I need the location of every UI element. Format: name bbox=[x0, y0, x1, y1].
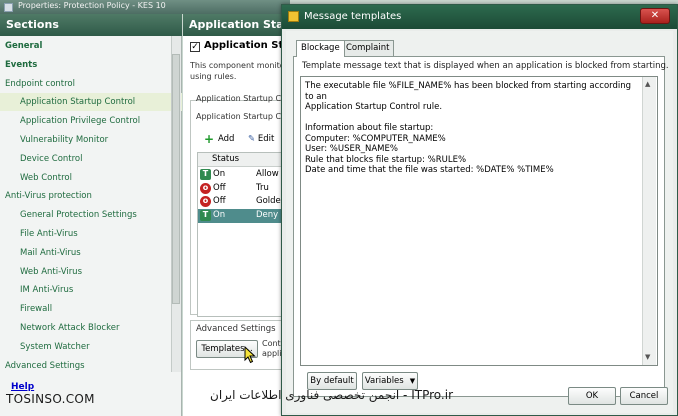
help-link[interactable]: Help bbox=[11, 382, 34, 392]
sidebar-item[interactable]: General Protection Settings bbox=[0, 206, 182, 224]
sidebar-item[interactable]: Application Privilege Control bbox=[0, 112, 182, 130]
chevron-down-icon: ▼ bbox=[409, 377, 416, 385]
settings-panel-header: Application Start bbox=[183, 14, 283, 36]
table-row[interactable]: o Off Tru bbox=[198, 182, 282, 196]
mouse-cursor-icon bbox=[244, 346, 256, 364]
rule-name: Tru bbox=[256, 182, 269, 193]
edit-rule-label: Edit bbox=[257, 134, 275, 144]
sidebar-item[interactable]: Network Attack Blocker bbox=[0, 319, 182, 337]
sections-sidebar: Sections General Events Endpoint control Ap… bbox=[0, 14, 182, 416]
rule-status: Off bbox=[213, 196, 226, 206]
sidebar-item[interactable]: Web Anti-Virus bbox=[0, 263, 182, 281]
sidebar-item[interactable]: Firewall bbox=[0, 300, 182, 318]
status-on-icon: T bbox=[200, 209, 211, 221]
ok-button[interactable]: OK bbox=[568, 387, 616, 405]
app-icon bbox=[4, 3, 13, 12]
add-rule-label: Add bbox=[218, 134, 235, 144]
status-off-icon: o bbox=[200, 196, 211, 207]
enable-component-label: Application Star bbox=[204, 40, 282, 51]
watermark-right: ITPro.ir - انجمن تخصصی فناوری اطلاعات ای… bbox=[210, 388, 453, 402]
rules-list-label: Application Startup Co bbox=[196, 112, 282, 121]
close-button[interactable]: ✕ bbox=[640, 8, 670, 24]
dialog-title: Message templates bbox=[304, 11, 402, 22]
template-text: The executable file %FILE_NAME% has been… bbox=[305, 81, 632, 175]
cancel-button[interactable]: Cancel bbox=[620, 387, 668, 405]
template-scrollbar[interactable] bbox=[642, 77, 656, 365]
dialog-body: Blockage Complaint Template message text… bbox=[286, 31, 673, 413]
table-row[interactable]: T On Deny bbox=[198, 208, 282, 223]
sidebar-item[interactable]: Endpoint control bbox=[0, 75, 182, 93]
rule-status: On bbox=[213, 169, 226, 179]
sidebar-item[interactable]: Web Control bbox=[0, 169, 182, 187]
component-description: This component monitors bbox=[190, 61, 282, 70]
template-text-field[interactable]: The executable file %FILE_NAME% has been… bbox=[300, 76, 658, 366]
sidebar-item[interactable]: Device Control bbox=[0, 150, 182, 168]
rule-status: On bbox=[213, 209, 226, 220]
table-row[interactable]: o Off Golder bbox=[198, 195, 282, 209]
sidebar-item[interactable]: Advanced Settings bbox=[0, 357, 182, 375]
tab-panel: Template message text that is displayed … bbox=[293, 56, 669, 397]
tab-complaint[interactable]: Complaint bbox=[341, 40, 395, 56]
edit-rule-button[interactable]: ✎ Edit bbox=[248, 134, 282, 144]
rules-group-label: Application Startup Co bbox=[196, 94, 282, 103]
background-window-title: Properties: Protection Policy - KES 10 bbox=[18, 1, 166, 10]
sidebar-item[interactable]: General bbox=[0, 37, 182, 55]
sidebar-item[interactable]: Mail Anti-Virus bbox=[0, 244, 182, 262]
status-on-icon: T bbox=[200, 169, 211, 180]
rule-status: Off bbox=[213, 182, 226, 193]
templates-description-2: appli bbox=[262, 349, 282, 358]
rules-table-header bbox=[198, 153, 282, 167]
rule-name: Deny bbox=[256, 209, 279, 220]
rule-name: Allow a bbox=[256, 169, 282, 179]
column-header-status[interactable]: Status bbox=[212, 154, 239, 164]
sidebar-item[interactable]: Vulnerability Monitor bbox=[0, 131, 182, 149]
sidebar-item[interactable]: System Watcher bbox=[0, 338, 182, 356]
variables-label: Variables bbox=[364, 376, 404, 386]
table-row[interactable]: TOn Allow a bbox=[198, 168, 282, 182]
rule-name: Golder bbox=[256, 196, 282, 206]
status-off-icon: o bbox=[200, 182, 211, 194]
template-description: Template message text that is displayed … bbox=[302, 61, 669, 71]
sidebar-scrollbar-thumb[interactable] bbox=[172, 54, 180, 304]
templates-description: Cont bbox=[262, 339, 281, 348]
advanced-settings-label: Advanced Settings bbox=[196, 324, 276, 334]
sidebar-item[interactable]: IM Anti-Virus bbox=[0, 281, 182, 299]
pencil-icon: ✎ bbox=[248, 134, 258, 144]
add-rule-button[interactable]: Add bbox=[204, 134, 234, 144]
message-templates-dialog: Message templates ✕ Blockage Complaint T… bbox=[281, 4, 678, 416]
sidebar-item[interactable]: File Anti-Virus bbox=[0, 225, 182, 243]
sidebar-item[interactable]: Events bbox=[0, 56, 182, 74]
sidebar-header: Sections bbox=[0, 14, 182, 36]
dialog-icon bbox=[288, 11, 299, 22]
background-window-titlebar: Properties: Protection Policy - KES 10 bbox=[0, 0, 290, 14]
component-description-2: using rules. bbox=[190, 72, 237, 81]
watermark-left: TOSINSO.COM bbox=[6, 392, 95, 406]
sidebar-item[interactable]: Anti-Virus protection bbox=[0, 187, 182, 205]
tab-blockage[interactable]: Blockage bbox=[296, 40, 345, 57]
sidebar-item[interactable]: Application Startup Control bbox=[0, 93, 182, 112]
enable-component-checkbox[interactable]: ✓ bbox=[190, 42, 200, 52]
scroll-up-icon[interactable]: ▲ bbox=[645, 80, 650, 88]
scroll-down-icon[interactable]: ▼ bbox=[645, 353, 650, 361]
